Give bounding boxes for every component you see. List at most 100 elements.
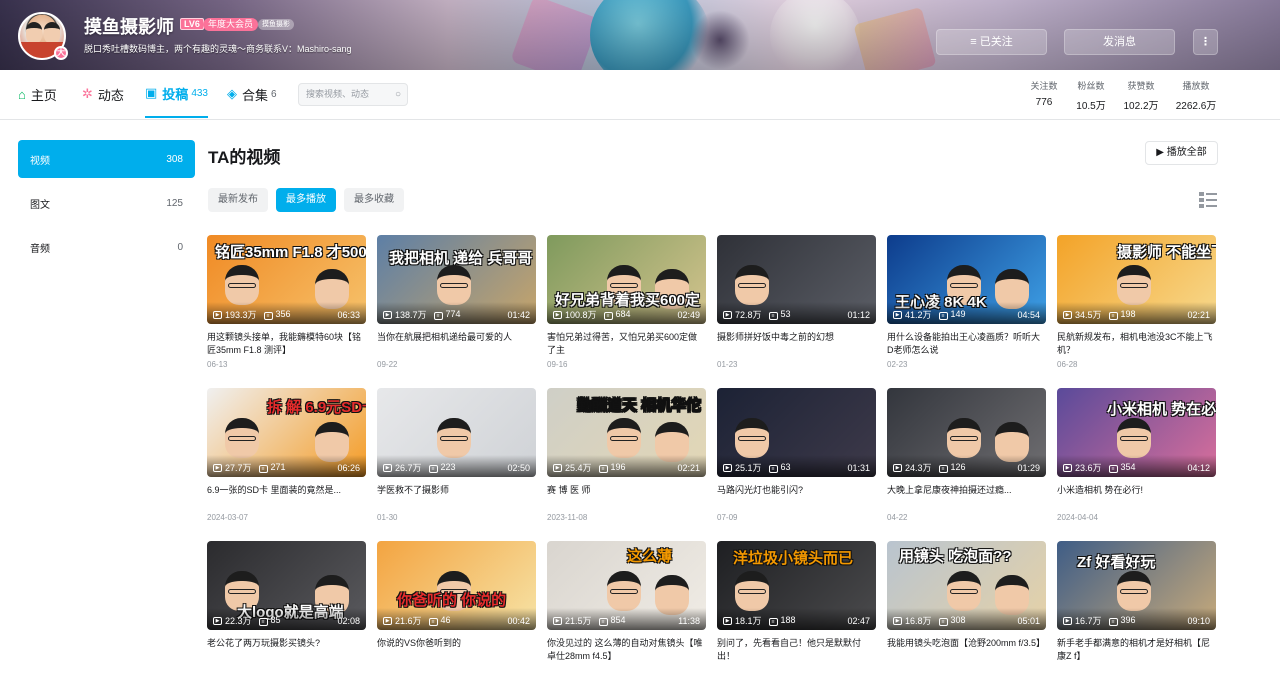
video-duration: 11:38 [678,615,700,626]
video-title[interactable]: 摄影师拼好饭中毒之前的幻想 [717,331,876,357]
danmaku-count: 85 [270,615,281,625]
video-card[interactable]: 洋垃圾小镜头而已 ▶ 18.1万 ≡ 188 02:47 别问了，先看看自己！他只是默默付出… [717,541,876,694]
thumbnail-caption: 铭匠35mm F1.8 才500块? [215,244,366,261]
video-card[interactable]: 勤酬道天 相机华佗 ▶ 25.4万 ≡ 196 02:21 赛 博 医 师 2023-11-0… [547,388,706,541]
tab-uploads[interactable]: ▣ 投稿 433 [145,70,208,118]
fan-medal[interactable]: 摸鱼摄影 [258,19,294,30]
video-card[interactable]: 这么薄 ▶ 21.5万 ≡ 854 11:38 你没见过的 这么薄的自动对焦镜头【唯卓仕28… [547,541,706,694]
video-date: 2024-04-04 [1057,513,1098,522]
video-thumbnail[interactable]: 用镜头 吃泡面?? ▶ 16.8万 ≡ 308 05:01 [887,541,1046,630]
vip-badge[interactable]: 年度大会员 [203,18,259,31]
video-thumbnail[interactable]: 勤酬道天 相机华佗 ▶ 25.4万 ≡ 196 02:21 [547,388,706,477]
video-thumbnail[interactable]: ▶ 25.1万 ≡ 63 01:31 [717,388,876,477]
video-card[interactable]: ▶ 72.8万 ≡ 53 01:12 摄影师拼好饭中毒之前的幻想 01-23 [717,235,876,388]
video-thumbnail[interactable]: 这么薄 ▶ 21.5万 ≡ 854 11:38 [547,541,706,630]
video-duration: 02:08 [337,615,360,626]
thumbnail-caption: 这么薄 [627,548,673,565]
danmaku-count: 198 [1120,309,1136,319]
danmaku-count: 354 [1120,462,1136,472]
video-title[interactable]: 我能用镜头吃泡面【沧野200mm f/3.5】 [887,637,1046,663]
video-thumbnail[interactable]: 摄影师 不能坐飞机了 ▶34.5万 ≡198 02:21 [1057,235,1216,324]
stat-item[interactable]: 关注数 776 [1022,79,1066,112]
video-duration: 00:42 [507,615,530,626]
video-title[interactable]: 用这颗镜头接单，我能薅模特60块【铭匠35mm F1.8 测评】 [207,331,366,357]
sidebar-item[interactable]: 图文 125 [18,184,195,222]
video-card[interactable]: 摄影师 不能坐飞机了 ▶34.5万 ≡198 02:21 民航新规发布，相机电池没3C不… [1057,235,1216,388]
tab-home[interactable]: ⌂ 主页 [18,70,57,118]
danmaku-icon: ≡ [938,618,948,626]
danmaku-count-wrap: ≡ 308 [938,615,966,626]
video-thumbnail[interactable]: 我把相机 递给 兵哥哥 ▶ 138.7万 ≡ 774 01:42 [377,235,536,324]
video-thumbnail[interactable]: 拆 解 6.9元SD卡 ▶27.7万 ≡271 06:26 [207,388,366,477]
danmaku-count: 774 [445,309,461,319]
video-thumbnail[interactable]: 好兄弟背着我买600定 ▶ 100.8万 ≡ 684 02:49 [547,235,706,324]
video-thumbnail[interactable]: ▶ 26.7万 ≡ 223 02:50 [377,388,536,477]
sidebar-item[interactable]: 视频 308 [18,140,195,178]
video-card[interactable]: 拆 解 6.9元SD卡 ▶27.7万 ≡271 06:26 6.9一张的SD卡 里面装的… [207,388,366,541]
video-title[interactable]: 当你在航展把相机递给最可爱的人 [377,331,536,357]
video-title[interactable]: 赛 博 医 师 [547,484,706,510]
search-icon[interactable]: ○ [395,84,401,105]
sort-filter-button[interactable]: 最新发布 [208,188,268,212]
message-button[interactable]: 发消息 [1064,29,1175,55]
video-thumbnail[interactable]: 铭匠35mm F1.8 才500块? ▶193.3万 ≡356 06:33 [207,235,366,324]
video-duration: 02:21 [677,462,700,473]
video-title[interactable]: 你没见过的 这么薄的自动对焦镜头【唯卓仕28mm f4.5】 [547,637,706,663]
video-card[interactable]: 小米相机 势在必行 ▶23.6万 ≡354 04:12 小米造相机 势在必行! 2024-… [1057,388,1216,541]
danmaku-icon: ≡ [263,312,273,320]
video-card[interactable]: 大logo就是高端▶22.3万≡8502:08老公花了两万玩摄影买镜头? [207,541,366,694]
video-title[interactable]: 害怕兄弟过得苦，又怕兄弟买600定做了主 [547,331,706,357]
video-title[interactable]: 新手老手都满意的相机才是好相机【尼康Z f】 [1057,637,1216,663]
video-thumbnail[interactable]: ▶ 24.3万 ≡ 126 01:29 [887,388,1046,477]
stat-item[interactable]: 获赞数 102.2万 [1116,79,1166,112]
video-thumbnail[interactable]: 王心凌 8K 4K▶41.2万≡14904:54 [887,235,1046,324]
thumbnail-glasses [228,589,256,594]
tab-collections[interactable]: ◈ 合集 6 [227,70,277,118]
video-title[interactable]: 小米造相机 势在必行! [1057,484,1216,510]
video-title[interactable]: 学医救不了摄影师 [377,484,536,510]
video-title[interactable]: 别问了，先看看自己！他只是默默付出！ [717,637,876,663]
video-card[interactable]: 铭匠35mm F1.8 才500块? ▶193.3万 ≡356 06:33 用这颗镜头接… [207,235,366,388]
more-options-button[interactable]: ⋮ [1193,29,1218,55]
follow-button[interactable]: ≡ 已关注 [936,29,1047,55]
video-title[interactable]: 民航新规发布，相机电池没3C不能上飞机？ [1057,331,1216,357]
video-card[interactable]: 你爸听的 你说的 ▶ 21.6万 ≡ 46 00:42 你说的VS你爸听到的 [377,541,536,694]
danmaku-icon: ≡ [768,312,778,320]
video-card[interactable]: ▶ 25.1万 ≡ 63 01:31 马路闪光灯也能引闪? 07-09 [717,388,876,541]
list-view-icon[interactable] [1199,192,1217,208]
tab-dynamic[interactable]: ✲ 动态 [82,70,124,118]
search-input[interactable]: 搜索视频、动态 ○ [298,83,408,106]
video-thumbnail[interactable]: 大logo就是高端▶22.3万≡8502:08 [207,541,366,630]
video-duration: 01:12 [847,309,870,320]
video-card[interactable]: ▶ 26.7万 ≡ 223 02:50 学医救不了摄影师 01-30 [377,388,536,541]
video-thumbnail[interactable]: 小米相机 势在必行 ▶23.6万 ≡354 04:12 [1057,388,1216,477]
video-card[interactable]: 用镜头 吃泡面?? ▶ 16.8万 ≡ 308 05:01 我能用镜头吃泡面【沧野200mm… [887,541,1046,694]
sort-filter-button[interactable]: 最多播放 [276,188,336,212]
video-date: 06-13 [207,360,228,369]
video-card[interactable]: 我把相机 递给 兵哥哥 ▶ 138.7万 ≡ 774 01:42 当你在航展把相机递给最可爱… [377,235,536,388]
thumbnail-glasses [738,436,766,441]
stat-item[interactable]: 播放数 2262.6万 [1166,79,1226,112]
video-title[interactable]: 老公花了两万玩摄影买镜头? [207,637,366,663]
video-title[interactable]: 马路闪光灯也能引闪? [717,484,876,510]
video-title[interactable]: 大晚上拿尼康夜神拍摄还过瘾... [887,484,1046,510]
video-duration: 05:01 [1017,615,1040,626]
thumbnail-glasses [1120,436,1148,441]
video-title[interactable]: 用什么设备能拍出王心凌画质？听听大D老师怎么说 [887,331,1046,357]
video-card[interactable]: 王心凌 8K 4K▶41.2万≡14904:54 用什么设备能拍出王心凌画质？听听… [887,235,1046,388]
video-card[interactable]: Zf 好看好玩 ▶ 16.7万 ≡ 396 09:10 新手老手都满意的相机才是好相机【尼康… [1057,541,1216,694]
video-thumbnail[interactable]: 洋垃圾小镜头而已 ▶ 18.1万 ≡ 188 02:47 [717,541,876,630]
video-card[interactable]: 好兄弟背着我买600定 ▶ 100.8万 ≡ 684 02:49 害怕兄弟过得苦，又怕兄弟买… [547,235,706,388]
stat-item[interactable]: 粉丝数 10.5万 [1066,79,1116,112]
sidebar-item[interactable]: 音频 0 [18,228,195,266]
video-thumbnail[interactable]: Zf 好看好玩 ▶ 16.7万 ≡ 396 09:10 [1057,541,1216,630]
video-card[interactable]: ▶ 24.3万 ≡ 126 01:29 大晚上拿尼康夜神拍摄还过瘾... 04-22 [887,388,1046,541]
video-title[interactable]: 6.9一张的SD卡 里面装的竟然是... [207,484,366,510]
video-thumbnail[interactable]: ▶ 72.8万 ≡ 53 01:12 [717,235,876,324]
video-title[interactable]: 你说的VS你爸听到的 [377,637,536,663]
play-all-button[interactable]: ▶ 播放全部 [1145,141,1218,165]
thumbnail-glasses [610,589,638,594]
sort-filter-button[interactable]: 最多收藏 [344,188,404,212]
stat-value: 776 [1035,97,1053,108]
video-thumbnail[interactable]: 你爸听的 你说的 ▶ 21.6万 ≡ 46 00:42 [377,541,536,630]
